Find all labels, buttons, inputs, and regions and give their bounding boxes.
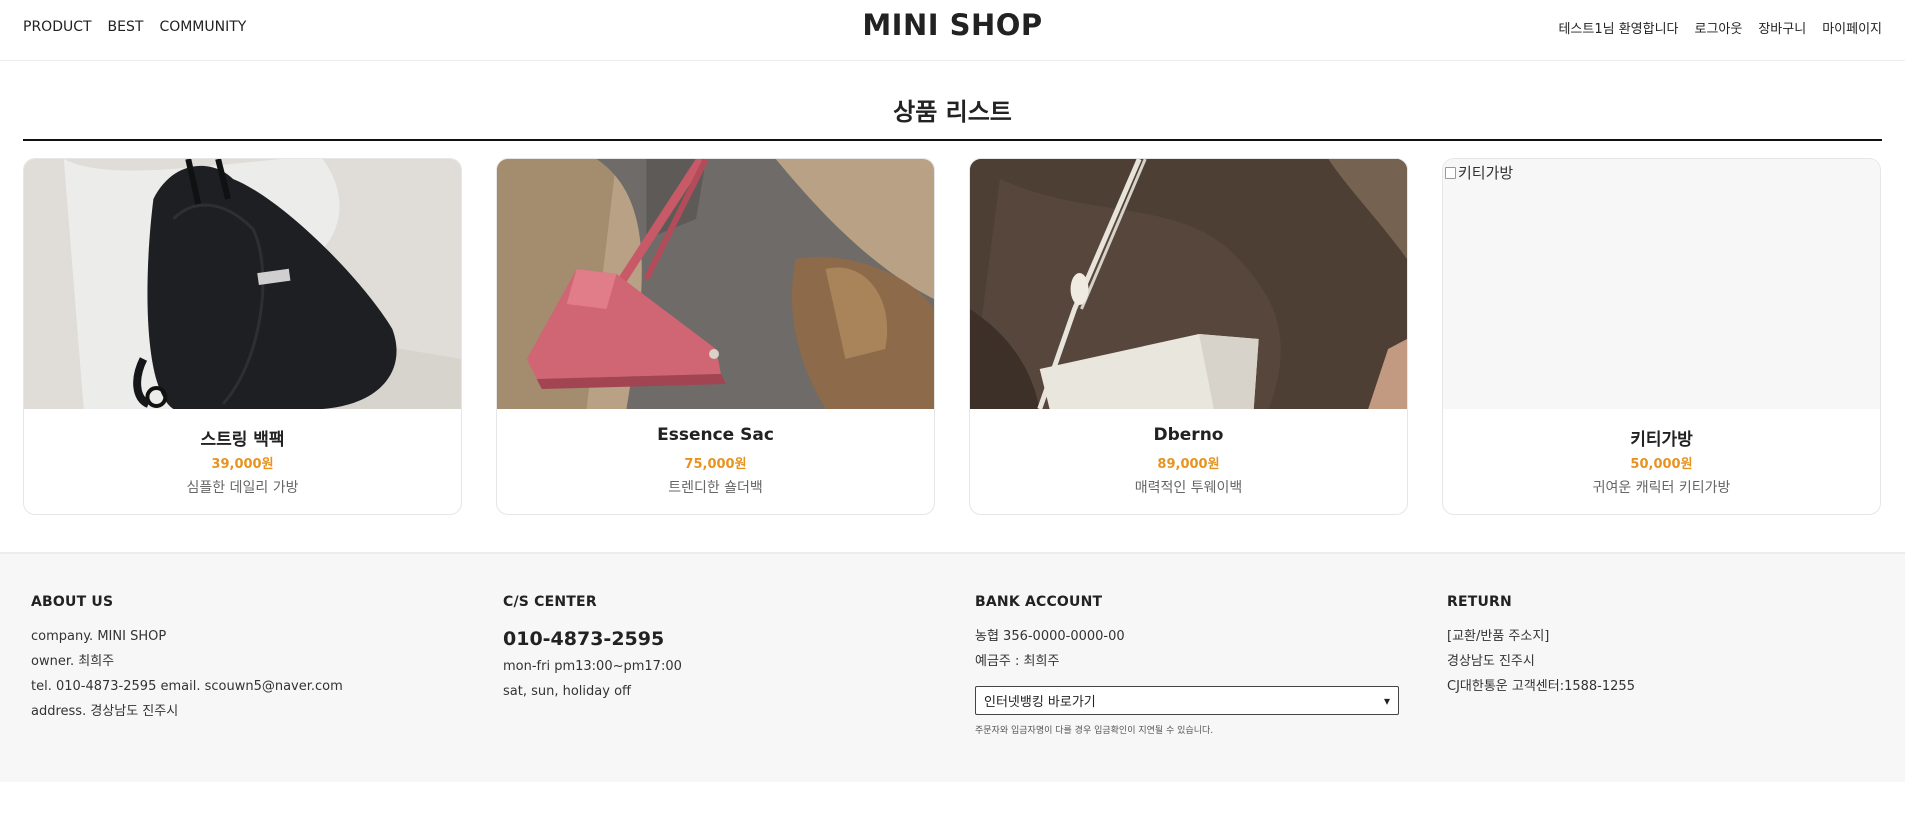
site-footer: ABOUT US company. MINI SHOP owner. 최희주 t… <box>0 552 1905 782</box>
internet-banking-select[interactable]: 인터넷뱅킹 바로가기 ▾ <box>975 686 1399 715</box>
page-title: 상품 리스트 <box>893 98 1012 126</box>
chevron-down-icon: ▾ <box>1383 693 1390 708</box>
broken-image-alt: 키티가방 <box>1445 162 1513 183</box>
footer-cs: C/S CENTER 010-4873-2595 mon-fri pm13:00… <box>503 594 943 704</box>
welcome-message: 테스트1님 환영합니다 <box>1558 22 1679 37</box>
product-description: 트렌디한 숄더백 <box>668 480 763 496</box>
bank-title: BANK ACCOUNT <box>975 594 1103 610</box>
cs-title: C/S CENTER <box>503 594 597 610</box>
mypage-link[interactable]: 마이페이지 <box>1822 18 1882 37</box>
product-name[interactable]: 스트링 백팩 <box>24 425 461 450</box>
footer-return: RETURN [교환/반품 주소지] 경상남도 진주시 CJ대한통운 고객센터:… <box>1447 594 1887 699</box>
product-name[interactable]: 키티가방 <box>1443 425 1880 450</box>
courier-info: CJ대한통운 고객센터:1588-1255 <box>1447 679 1635 694</box>
owner-name: owner. 최희주 <box>31 654 115 669</box>
product-description: 매력적인 투웨이백 <box>1134 480 1243 496</box>
product-price: 50,000원 <box>1630 457 1693 472</box>
product-card[interactable]: 키티가방 키티가방 50,000원 귀여운 캐릭터 키티가방 <box>1442 158 1881 515</box>
shoulder-bag-image <box>497 159 934 409</box>
product-list: 스트링 백팩 39,000원 심플한 데일리 가방 Essence Sac 75… <box>23 158 1882 515</box>
product-description: 심플한 데일리 가방 <box>186 480 299 496</box>
product-price: 75,000원 <box>684 457 747 472</box>
footer-bank: BANK ACCOUNT 농협 356-0000-0000-00 예금주 : 최… <box>975 594 1415 738</box>
deposit-note: 주문자와 입금자명이 다를 경우 입금확인이 지연될 수 있습니다. <box>975 726 1214 736</box>
product-image[interactable]: 키티가방 <box>1443 159 1880 409</box>
user-nav: 테스트1님 환영합니다 로그아웃 장바구니 마이페이지 <box>1558 18 1882 37</box>
cs-off-days: sat, sun, holiday off <box>503 684 631 699</box>
product-name[interactable]: Essence Sac <box>497 425 934 449</box>
cart-link[interactable]: 장바구니 <box>1758 18 1806 37</box>
contact-info: tel. 010-4873-2595 email. scouwn5@naver.… <box>31 679 343 694</box>
return-address: 경상남도 진주시 <box>1447 654 1535 669</box>
product-card[interactable]: Dberno 89,000원 매력적인 투웨이백 <box>969 158 1408 515</box>
twoway-bag-image <box>970 159 1407 409</box>
product-image[interactable] <box>970 159 1407 409</box>
return-title: RETURN <box>1447 594 1512 610</box>
about-title: ABOUT US <box>31 594 114 610</box>
site-header: PRODUCT BEST COMMUNITY MINI SHOP 테스트1님 환… <box>0 0 1905 61</box>
account-holder: 예금주 : 최희주 <box>975 654 1060 669</box>
logout-link[interactable]: 로그아웃 <box>1695 18 1743 37</box>
bank-account: 농협 356-0000-0000-00 <box>975 629 1125 644</box>
product-name[interactable]: Dberno <box>970 425 1407 449</box>
product-image[interactable] <box>497 159 934 409</box>
return-address-label: [교환/반품 주소지] <box>1447 629 1550 644</box>
select-value: 인터넷뱅킹 바로가기 <box>984 695 1096 710</box>
product-card[interactable]: 스트링 백팩 39,000원 심플한 데일리 가방 <box>23 158 462 515</box>
image-alt-text: 키티가방 <box>1458 164 1514 182</box>
backpack-image <box>24 159 461 409</box>
address: address. 경상남도 진주시 <box>31 704 179 719</box>
broken-image-icon <box>1445 166 1456 179</box>
product-card[interactable]: Essence Sac 75,000원 트렌디한 숄더백 <box>496 158 935 515</box>
cs-phone: 010-4873-2595 <box>503 628 665 650</box>
product-image[interactable] <box>24 159 461 409</box>
product-description: 귀여운 캐릭터 키티가방 <box>1592 480 1731 496</box>
company-name: company. MINI SHOP <box>31 629 167 644</box>
title-divider <box>23 139 1882 141</box>
product-price: 39,000원 <box>211 457 274 472</box>
product-price: 89,000원 <box>1157 457 1220 472</box>
cs-hours: mon-fri pm13:00~pm17:00 <box>503 659 682 674</box>
footer-about: ABOUT US company. MINI SHOP owner. 최희주 t… <box>31 594 471 724</box>
